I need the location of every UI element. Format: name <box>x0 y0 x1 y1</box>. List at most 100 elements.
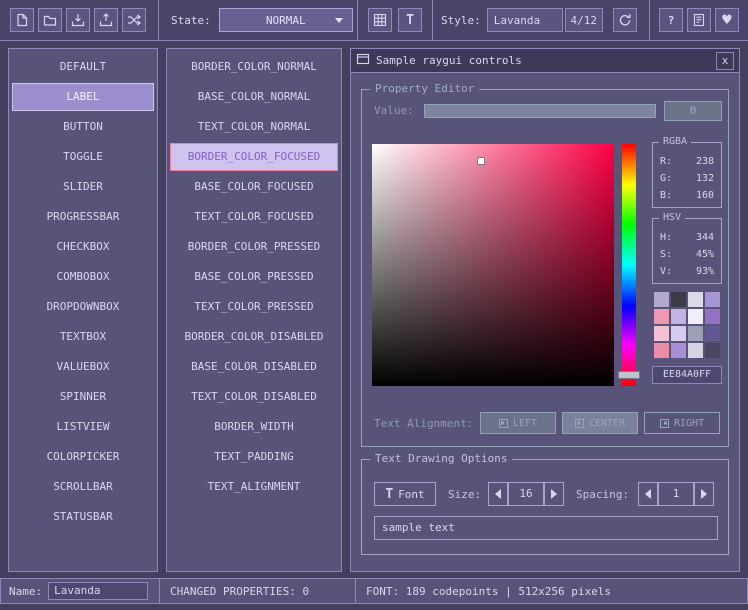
state-dropdown[interactable]: NORMAL <box>219 8 353 32</box>
style-name-input[interactable]: Lavanda <box>487 8 563 32</box>
properties-list-item[interactable]: TEXT_COLOR_FOCUSED <box>170 203 338 231</box>
controls-list-item[interactable]: STATUSBAR <box>12 503 154 531</box>
close-icon: x <box>722 55 729 66</box>
sv-marker[interactable] <box>477 157 485 165</box>
palette-swatch[interactable] <box>671 326 686 341</box>
controls-list-item[interactable]: PROGRESSBAR <box>12 203 154 231</box>
load-style-button[interactable] <box>38 8 62 32</box>
palette-swatch[interactable] <box>688 326 703 341</box>
properties-list-item[interactable]: TEXT_COLOR_NORMAL <box>170 113 338 141</box>
value-box[interactable]: 0 <box>664 101 722 121</box>
controls-list-item[interactable]: SPINNER <box>12 383 154 411</box>
controls-list-item[interactable]: CHECKBOX <box>12 233 154 261</box>
palette-swatch[interactable] <box>671 343 686 358</box>
properties-list-item[interactable]: BASE_COLOR_PRESSED <box>170 263 338 291</box>
chevron-down-icon <box>335 18 343 23</box>
palette-swatch[interactable] <box>654 292 669 307</box>
property-editor-group: Property Editor Value: 0 RGBA R:238 G:13… <box>361 89 729 447</box>
properties-list-item[interactable]: TEXT_ALIGNMENT <box>170 473 338 501</box>
properties-list-item[interactable]: BASE_COLOR_NORMAL <box>170 83 338 111</box>
about-button[interactable] <box>687 8 711 32</box>
properties-list-item[interactable]: BORDER_COLOR_PRESSED <box>170 233 338 261</box>
export-icon <box>98 12 114 28</box>
palette-swatch[interactable] <box>688 292 703 307</box>
palette-swatch[interactable] <box>705 292 720 307</box>
status-changed-cell: CHANGED PROPERTIES: 0 <box>159 578 356 604</box>
value-slider[interactable] <box>424 104 656 118</box>
size-decrement-button[interactable] <box>488 482 508 506</box>
controls-list-item[interactable]: TOGGLE <box>12 143 154 171</box>
controls-list-item[interactable]: COLORPICKER <box>12 443 154 471</box>
controls-list-item[interactable]: TEXTBOX <box>12 323 154 351</box>
align-right-button[interactable]: RIGHT <box>644 412 720 434</box>
size-increment-button[interactable] <box>544 482 564 506</box>
spacing-increment-button[interactable] <box>694 482 714 506</box>
align-left-button[interactable]: LEFT <box>480 412 556 434</box>
controls-list: DEFAULT LABEL BUTTON TOGGLE SLIDER PROGR… <box>8 48 158 572</box>
properties-list-item[interactable]: TEXT_COLOR_PRESSED <box>170 293 338 321</box>
toolbar-section-style: Style: Lavanda 4/12 <box>433 0 650 40</box>
align-center-button[interactable]: CENTER <box>562 412 638 434</box>
properties-list-item[interactable]: BASE_COLOR_DISABLED <box>170 353 338 381</box>
hex-value-box[interactable]: EE84A0FF <box>652 366 722 384</box>
palette-swatch[interactable] <box>654 309 669 324</box>
rgba-row-b: B:160 <box>660 187 714 204</box>
text-mode-button[interactable]: T <box>398 8 422 32</box>
sample-text-input[interactable]: sample text <box>374 516 718 540</box>
palette-swatch[interactable] <box>671 309 686 324</box>
properties-list-item[interactable]: BASE_COLOR_FOCUSED <box>170 173 338 201</box>
controls-list-item[interactable]: SCROLLBAR <box>12 473 154 501</box>
properties-list-item[interactable]: BORDER_COLOR_DISABLED <box>170 323 338 351</box>
random-style-button[interactable] <box>122 8 146 32</box>
sample-controls-window: Sample raygui controls x Property Editor… <box>350 48 740 572</box>
palette-swatch[interactable] <box>654 326 669 341</box>
palette-swatch[interactable] <box>705 343 720 358</box>
rgba-box: RGBA R:238 G:132 B:160 <box>652 142 722 208</box>
properties-list-item[interactable]: BORDER_WIDTH <box>170 413 338 441</box>
properties-list-item[interactable]: TEXT_PADDING <box>170 443 338 471</box>
palette-swatch[interactable] <box>654 343 669 358</box>
font-button[interactable]: T Font <box>374 482 436 506</box>
text-tool-label: T <box>406 13 414 28</box>
controls-list-item[interactable]: SLIDER <box>12 173 154 201</box>
window-title-bar[interactable]: Sample raygui controls x <box>351 49 739 73</box>
color-picker-area[interactable] <box>372 144 614 386</box>
palette-swatch[interactable] <box>705 326 720 341</box>
size-value-box[interactable]: 16 <box>508 482 544 506</box>
help-button[interactable]: ? <box>659 8 683 32</box>
style-table-button[interactable] <box>368 8 392 32</box>
rgba-row-r: R:238 <box>660 153 714 170</box>
controls-list-item[interactable]: COMBOBOX <box>12 263 154 291</box>
palette-swatch[interactable] <box>688 309 703 324</box>
help-icon: ? <box>668 14 675 27</box>
new-style-button[interactable] <box>10 8 34 32</box>
toolbar-section-info: ? ♥ <box>650 0 748 40</box>
controls-list-item[interactable]: VALUEBOX <box>12 353 154 381</box>
sponsor-button[interactable]: ♥ <box>715 8 739 32</box>
palette-swatch[interactable] <box>671 292 686 307</box>
hue-handle[interactable] <box>618 371 640 379</box>
new-file-icon <box>14 12 30 28</box>
palette-swatch[interactable] <box>705 309 720 324</box>
controls-list-item[interactable]: LISTVIEW <box>12 413 154 441</box>
palette-swatch[interactable] <box>688 343 703 358</box>
export-style-button[interactable] <box>94 8 118 32</box>
arrow-right-icon <box>701 489 707 499</box>
controls-list-item-selected[interactable]: LABEL <box>12 83 154 111</box>
controls-list-item[interactable]: DROPDOWNBOX <box>12 293 154 321</box>
style-name-field[interactable]: Lavanda <box>48 582 148 600</box>
spacing-value-box[interactable]: 1 <box>658 482 694 506</box>
controls-list-item[interactable]: DEFAULT <box>12 53 154 81</box>
text-alignment-label: Text Alignment: <box>374 417 473 430</box>
controls-list-item[interactable]: BUTTON <box>12 113 154 141</box>
properties-list-item[interactable]: TEXT_COLOR_DISABLED <box>170 383 338 411</box>
size-label: Size: <box>448 488 481 501</box>
save-icon <box>70 12 86 28</box>
spacing-decrement-button[interactable] <box>638 482 658 506</box>
properties-list-item[interactable]: BORDER_COLOR_NORMAL <box>170 53 338 81</box>
reload-style-button[interactable] <box>613 8 637 32</box>
save-style-button[interactable] <box>66 8 90 32</box>
close-button[interactable]: x <box>716 52 734 70</box>
hue-bar[interactable] <box>622 144 636 386</box>
properties-list-item-selected[interactable]: BORDER_COLOR_FOCUSED <box>170 143 338 171</box>
